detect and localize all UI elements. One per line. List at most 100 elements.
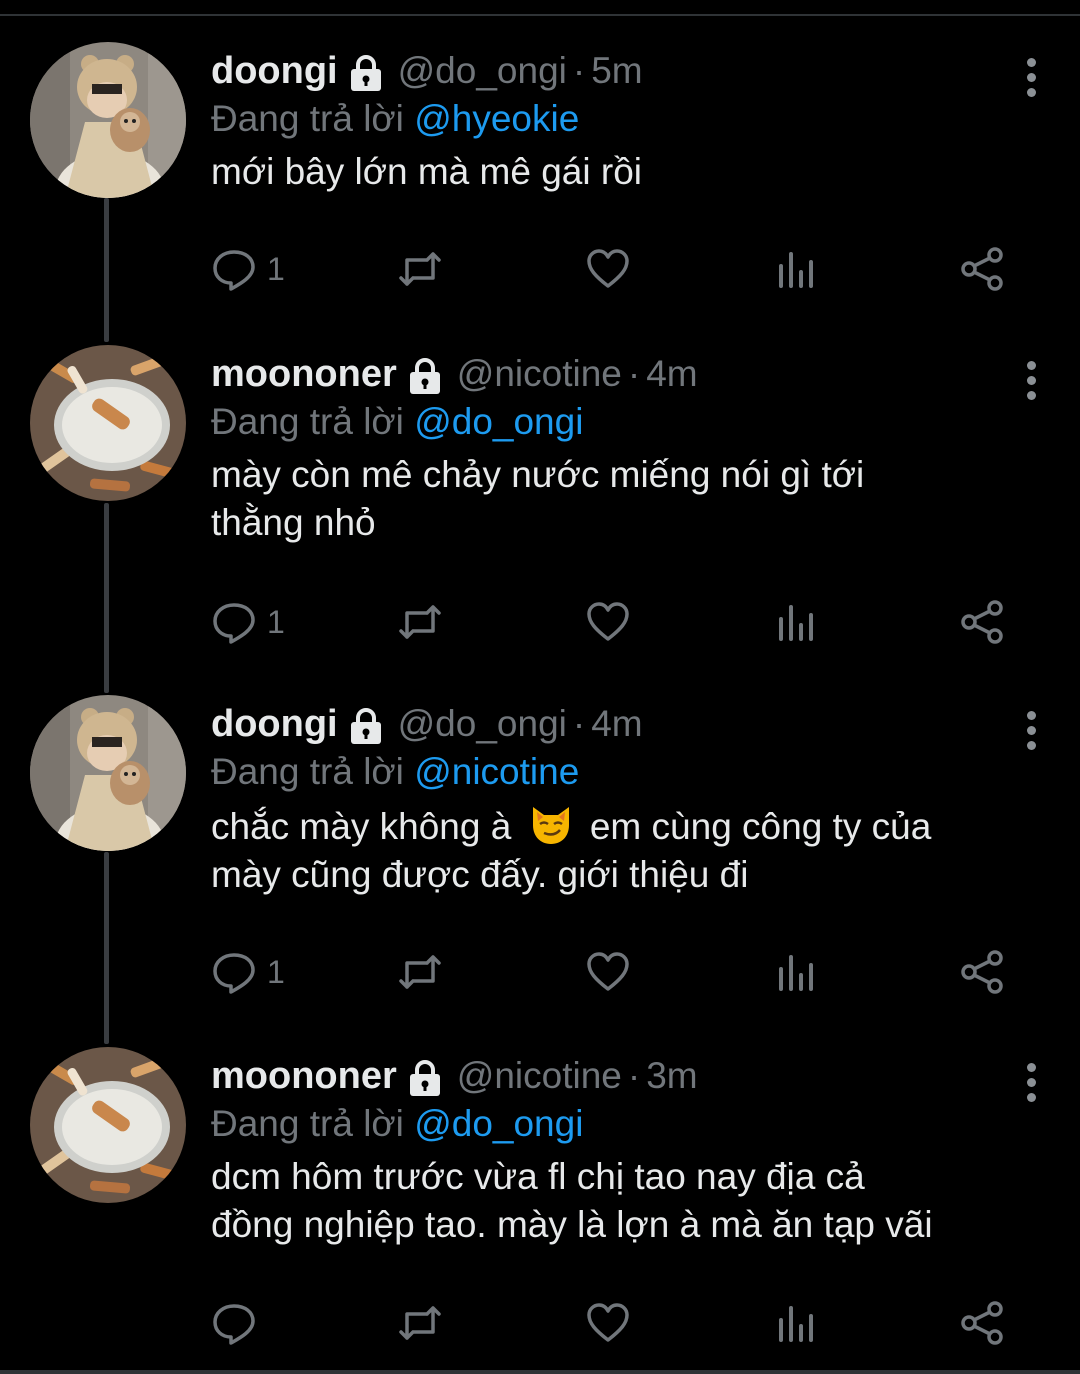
smirking-cat-emoji	[532, 807, 569, 844]
separator-dot: ·	[627, 353, 641, 394]
reply-count: 1	[267, 603, 285, 640]
tweet-text-line: mày còn mê chảy nước miếng nói gì tới	[211, 454, 865, 495]
share-button[interactable]	[959, 947, 1005, 997]
bottom-divider	[0, 1370, 1080, 1374]
timestamp[interactable]: 5m	[591, 50, 642, 92]
avatar[interactable]	[30, 345, 186, 501]
avatar-photo	[30, 345, 186, 501]
timestamp[interactable]: 3m	[646, 1055, 697, 1097]
retweet-icon	[399, 252, 441, 286]
mention-link[interactable]: @nicotine	[414, 751, 579, 792]
reply-count: 1	[267, 250, 285, 287]
tweet-text-line: chắc mày không à em cùng công ty của	[211, 801, 1050, 851]
replying-label: Đang trả lời	[211, 401, 404, 442]
tweet-content: doongi @do_ongi · 4m Đang trả lời @nicot…	[211, 695, 1050, 899]
lock-icon	[409, 358, 440, 394]
separator-dot: ·	[572, 50, 586, 91]
more-vertical-icon[interactable]	[1024, 361, 1038, 401]
reply-icon	[213, 953, 255, 994]
tweet-text: dcm hôm trước vừa fl chị tao nay địa cả …	[211, 1153, 1050, 1249]
display-name[interactable]: moononer	[211, 353, 397, 396]
user-handle[interactable]: @nicotine	[457, 1055, 622, 1097]
tweet-text: chắc mày không à em cùng công ty của mày…	[211, 801, 1050, 899]
reply-button[interactable]: 1	[211, 244, 285, 294]
like-button[interactable]	[585, 1298, 631, 1348]
separator-dot: ·	[627, 1055, 641, 1096]
like-button[interactable]	[585, 597, 631, 647]
reply-icon	[213, 603, 255, 644]
avatar-photo	[30, 42, 186, 198]
lock-icon	[409, 1060, 440, 1096]
share-icon	[961, 600, 1003, 644]
display-name[interactable]: doongi	[211, 703, 338, 746]
tweet-text: mới bây lớn mà mê gái rồi	[211, 148, 1050, 196]
views-button[interactable]	[773, 244, 819, 294]
retweet-button[interactable]	[397, 597, 443, 647]
reply-icon	[213, 1304, 255, 1345]
mention-link[interactable]: @do_ongi	[414, 1103, 583, 1144]
tweet-text-line: đồng nghiệp tao. mày là lợn à mà ăn tạp …	[211, 1204, 933, 1245]
tweet-text: mày còn mê chảy nước miếng nói gì tới th…	[211, 451, 1050, 547]
retweet-button[interactable]	[397, 947, 443, 997]
tweet-header: moononer @nicotine · 4m	[211, 345, 1050, 403]
retweet-button[interactable]	[397, 1298, 443, 1348]
tweet-actions: 1	[211, 244, 1061, 294]
analytics-icon	[779, 1306, 813, 1342]
reply-button[interactable]	[211, 1298, 267, 1348]
replying-label: Đang trả lời	[211, 751, 404, 792]
top-divider	[0, 14, 1080, 16]
avatar[interactable]	[30, 1047, 186, 1203]
reply-button[interactable]: 1	[211, 947, 285, 997]
tweet-content: doongi @do_ongi · 5m Đang trả lời @hyeok…	[211, 42, 1050, 196]
timestamp[interactable]: 4m	[591, 703, 642, 745]
lock-icon	[350, 708, 381, 744]
user-handle[interactable]: @do_ongi	[398, 703, 567, 745]
more-vertical-icon[interactable]	[1024, 58, 1038, 98]
like-button[interactable]	[585, 244, 631, 294]
share-icon	[961, 247, 1003, 291]
tweet-header: doongi @do_ongi · 5m	[211, 42, 1050, 100]
mention-link[interactable]: @hyeokie	[414, 98, 579, 139]
share-icon	[961, 1301, 1003, 1345]
retweet-button[interactable]	[397, 244, 443, 294]
replying-label: Đang trả lời	[211, 1103, 404, 1144]
replying-to: Đang trả lời @do_ongi	[211, 397, 1050, 447]
heart-icon	[587, 1303, 629, 1342]
share-button[interactable]	[959, 1298, 1005, 1348]
share-button[interactable]	[959, 244, 1005, 294]
replying-to: Đang trả lời @do_ongi	[211, 1099, 1050, 1149]
share-button[interactable]	[959, 597, 1005, 647]
timestamp[interactable]: 4m	[646, 353, 697, 395]
avatar[interactable]	[30, 42, 186, 198]
retweet-icon	[399, 605, 441, 639]
share-icon	[961, 950, 1003, 994]
reply-button[interactable]: 1	[211, 597, 285, 647]
heart-icon	[587, 249, 629, 288]
views-button[interactable]	[773, 947, 819, 997]
separator-dot: ·	[572, 703, 586, 744]
analytics-icon	[779, 605, 813, 641]
user-handle[interactable]: @nicotine	[457, 353, 622, 395]
tweet-header: moononer @nicotine · 3m	[211, 1047, 1050, 1105]
views-button[interactable]	[773, 1298, 819, 1348]
tweet-text-segment: em cùng công ty của	[589, 806, 932, 847]
tweet-text-line: mày cũng được đấy. giới thiệu đi	[211, 854, 749, 895]
analytics-icon	[779, 955, 813, 991]
mention-link[interactable]: @do_ongi	[414, 401, 583, 442]
tweet-content: moononer @nicotine · 3m Đang trả lời @do…	[211, 1047, 1050, 1249]
heart-icon	[587, 602, 629, 641]
user-handle[interactable]: @do_ongi	[398, 50, 567, 92]
tweet-actions	[211, 1298, 1061, 1348]
tweet-content: moononer @nicotine · 4m Đang trả lời @do…	[211, 345, 1050, 547]
heart-icon	[587, 952, 629, 991]
avatar[interactable]	[30, 695, 186, 851]
tweet-text-line: mới bây lớn mà mê gái rồi	[211, 151, 642, 192]
views-button[interactable]	[773, 597, 819, 647]
retweet-icon	[399, 1306, 441, 1340]
like-button[interactable]	[585, 947, 631, 997]
more-vertical-icon[interactable]	[1024, 1063, 1038, 1103]
display-name[interactable]: doongi	[211, 50, 338, 93]
analytics-icon	[779, 252, 813, 288]
display-name[interactable]: moononer	[211, 1055, 397, 1098]
more-vertical-icon[interactable]	[1024, 711, 1038, 751]
